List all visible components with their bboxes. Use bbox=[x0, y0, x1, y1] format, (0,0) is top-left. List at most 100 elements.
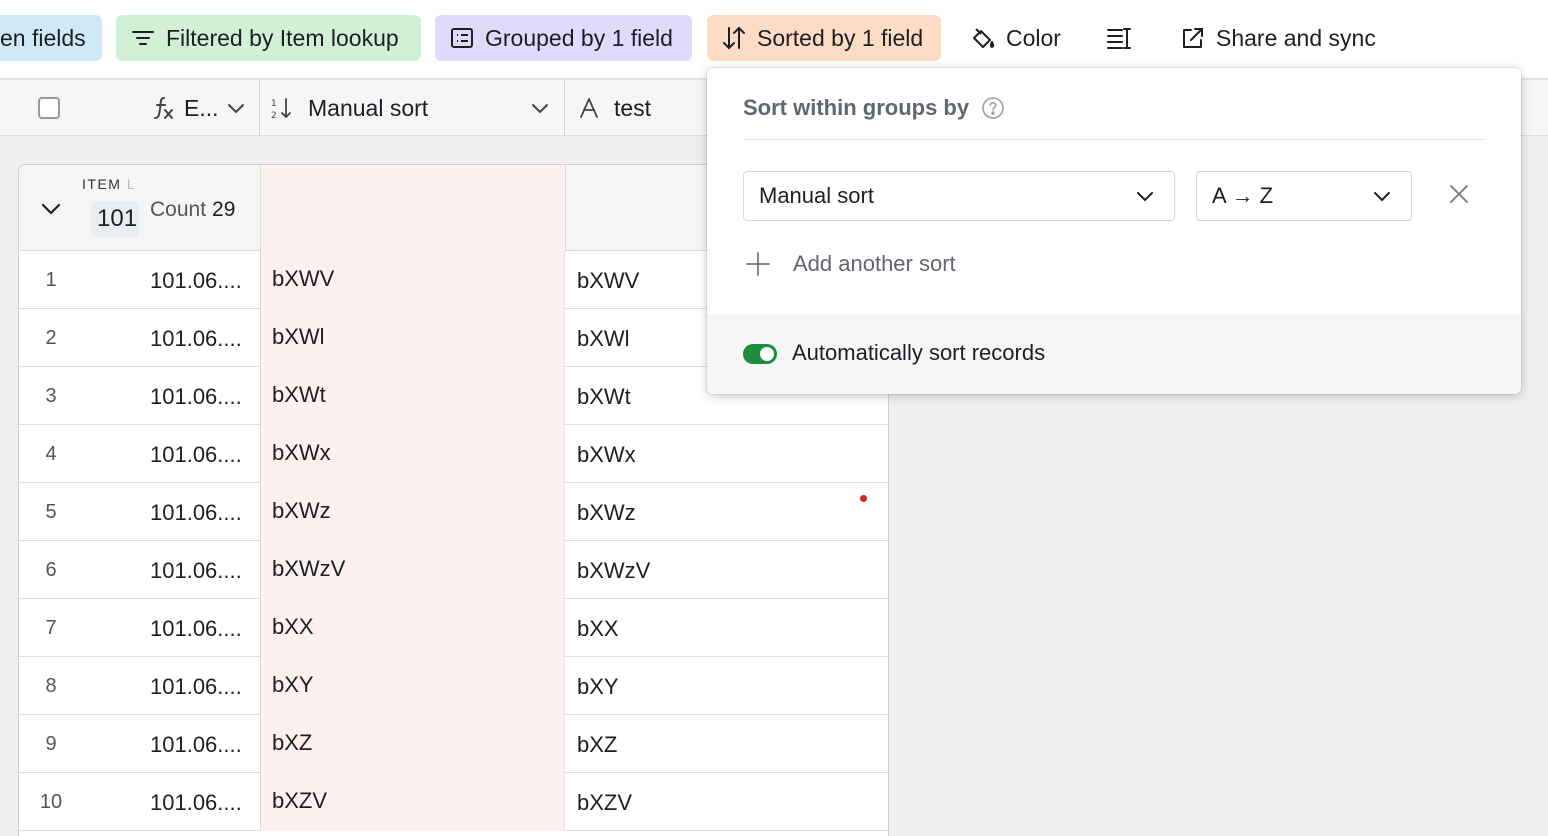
filter-button[interactable]: Filtered by Item lookup bbox=[116, 15, 421, 61]
collapse-group-chevron-icon[interactable] bbox=[39, 199, 63, 219]
sort-direction-select[interactable]: A → Z bbox=[1196, 171, 1412, 221]
external-link-icon bbox=[1183, 28, 1203, 48]
cell-manual-sort[interactable]: bXWV bbox=[260, 251, 565, 309]
cell-manual-sort[interactable]: bXWt bbox=[260, 367, 565, 425]
cell-manual-sort[interactable]: bXZ bbox=[260, 715, 565, 773]
cell-formula[interactable]: 101.06.... bbox=[150, 500, 242, 526]
table-row[interactable]: 9 101.06.... bXZ bXZ bbox=[19, 715, 888, 773]
sort-field-value: Manual sort bbox=[759, 183, 874, 208]
filter-icon bbox=[132, 31, 154, 45]
view-toolbar: en fields Filtered by Item lookup Groupe… bbox=[0, 0, 1548, 78]
help-icon[interactable] bbox=[981, 96, 1005, 120]
cell-test[interactable]: bXWzV bbox=[577, 558, 650, 584]
chevron-down-icon bbox=[1374, 192, 1390, 202]
text-field-icon bbox=[580, 98, 598, 118]
table-row[interactable]: 8 101.06.... bXY bXY bbox=[19, 657, 888, 715]
table-row[interactable]: 4 101.06.... bXWx bXWx bbox=[19, 425, 888, 483]
hidden-fields-label: en fields bbox=[0, 24, 86, 51]
sort-label: Sorted by 1 field bbox=[757, 24, 924, 51]
column-header-formula-label: E... bbox=[184, 94, 219, 121]
sort-popover: Sort within groups by Manual sort A → Z … bbox=[707, 68, 1521, 394]
column-divider bbox=[564, 80, 565, 136]
popover-divider bbox=[743, 139, 1485, 140]
column-header-manual-sort[interactable]: 1 2 Manual sort bbox=[270, 80, 560, 136]
sort-popover-footer: Automatically sort records bbox=[707, 314, 1521, 394]
paint-bucket-icon bbox=[973, 28, 995, 48]
row-number: 8 bbox=[45, 675, 57, 697]
cell-test[interactable]: bXWV bbox=[577, 268, 639, 294]
cell-test[interactable]: bXWz bbox=[577, 500, 636, 526]
cell-test[interactable]: bXWt bbox=[577, 384, 631, 410]
cell-formula[interactable]: 101.06.... bbox=[150, 384, 242, 410]
table-row[interactable]: 7 101.06.... bXX bXX bbox=[19, 599, 888, 657]
sort-number-icon: 1 2 bbox=[271, 98, 291, 120]
select-all-checkbox[interactable] bbox=[38, 97, 60, 119]
auto-sort-label: Automatically sort records bbox=[792, 340, 1046, 365]
column-header-test[interactable]: test bbox=[578, 80, 718, 136]
sort-arrows-icon bbox=[723, 27, 745, 49]
color-label: Color bbox=[1006, 24, 1061, 51]
group-summary-manual-sort bbox=[260, 165, 565, 251]
row-number: 9 bbox=[45, 733, 57, 755]
group-label: Grouped by 1 field bbox=[485, 24, 673, 51]
row-number: 5 bbox=[45, 501, 57, 523]
cell-formula[interactable]: 101.06.... bbox=[150, 674, 242, 700]
add-another-sort-button[interactable]: Add another sort bbox=[745, 251, 956, 277]
cell-formula[interactable]: 101.06.... bbox=[150, 442, 242, 468]
close-icon[interactable] bbox=[1447, 182, 1471, 206]
cell-test[interactable]: bXZ bbox=[577, 732, 617, 758]
cell-test[interactable]: bXWl bbox=[577, 326, 630, 352]
comment-indicator-dot bbox=[860, 495, 867, 502]
cell-formula[interactable]: 101.06.... bbox=[150, 268, 242, 294]
cell-formula[interactable]: 101.06.... bbox=[150, 732, 242, 758]
group-field-label: ITEM L bbox=[82, 176, 137, 192]
group-count: Count 29 bbox=[150, 198, 236, 221]
row-number: 3 bbox=[45, 385, 57, 407]
color-button[interactable]: Color bbox=[956, 15, 1076, 61]
chevron-down-icon[interactable] bbox=[226, 98, 246, 118]
cell-formula[interactable]: 101.06.... bbox=[150, 616, 242, 642]
sort-direction-value: A → Z bbox=[1212, 183, 1274, 208]
cell-formula[interactable]: 101.06.... bbox=[150, 558, 242, 584]
row-number: 4 bbox=[45, 443, 57, 465]
row-height-button[interactable] bbox=[1092, 15, 1146, 61]
cell-test[interactable]: bXX bbox=[577, 616, 619, 642]
column-header-test-label: test bbox=[614, 94, 652, 121]
cell-manual-sort[interactable]: bXZV bbox=[260, 773, 565, 831]
chevron-down-icon bbox=[1137, 192, 1153, 202]
column-header-manual-sort-label: Manual sort bbox=[308, 94, 429, 121]
share-sync-button[interactable]: Share and sync bbox=[1166, 15, 1384, 61]
sort-field-select[interactable]: Manual sort bbox=[743, 171, 1175, 221]
row-number: 2 bbox=[45, 327, 57, 349]
table-row[interactable]: 10 101.06.... bXZV bXZV bbox=[19, 773, 888, 831]
row-number: 7 bbox=[45, 617, 57, 639]
cell-formula[interactable]: 101.06.... bbox=[150, 326, 242, 352]
table-row[interactable]: 5 101.06.... bXWz bXWz bbox=[19, 483, 888, 541]
table-row[interactable]: 6 101.06.... bXWzV bXWzV bbox=[19, 541, 888, 599]
cell-manual-sort[interactable]: bXWzV bbox=[260, 541, 565, 599]
cell-test[interactable]: bXY bbox=[577, 674, 619, 700]
group-value-chip: 101. bbox=[91, 201, 139, 237]
group-icon bbox=[451, 28, 473, 48]
cell-manual-sort[interactable]: bXY bbox=[260, 657, 565, 715]
chevron-down-icon[interactable] bbox=[530, 98, 550, 118]
filter-label: Filtered by Item lookup bbox=[166, 24, 399, 51]
cell-manual-sort[interactable]: bXWx bbox=[260, 425, 565, 483]
cell-manual-sort[interactable]: bXWl bbox=[260, 309, 565, 367]
group-button[interactable]: Grouped by 1 field bbox=[435, 15, 692, 61]
cell-manual-sort[interactable]: bXWz bbox=[260, 483, 565, 541]
cell-test[interactable]: bXWx bbox=[577, 442, 636, 468]
sort-popover-title: Sort within groups by bbox=[743, 95, 1005, 121]
share-sync-label: Share and sync bbox=[1216, 24, 1376, 51]
formula-icon bbox=[154, 97, 173, 119]
add-another-sort-label: Add another sort bbox=[793, 251, 956, 276]
sort-button[interactable]: Sorted by 1 field bbox=[707, 15, 941, 61]
cell-test[interactable]: bXZV bbox=[577, 790, 632, 816]
hidden-fields-button[interactable]: en fields bbox=[0, 15, 102, 61]
cell-manual-sort[interactable]: bXX bbox=[260, 599, 565, 657]
cell-formula[interactable]: 101.06.... bbox=[150, 790, 242, 816]
svg-text:1: 1 bbox=[271, 99, 277, 109]
auto-sort-toggle[interactable] bbox=[743, 344, 777, 364]
row-number: 1 bbox=[45, 269, 57, 291]
row-number: 10 bbox=[39, 791, 63, 813]
